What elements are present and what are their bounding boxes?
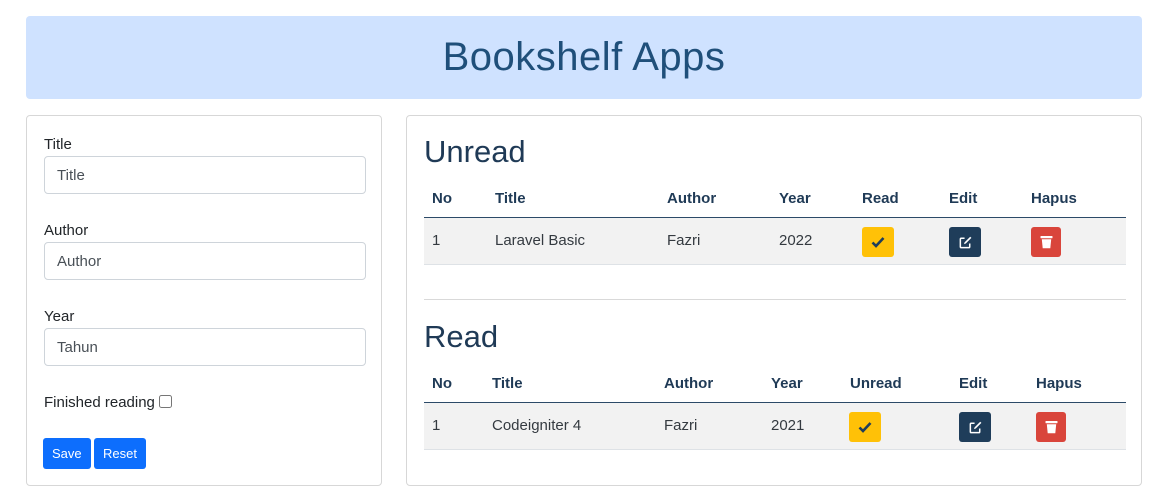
- trash-icon: [1045, 421, 1057, 434]
- bookshelf-lists: Unread No Title Author Year Read Edit Ha…: [406, 115, 1142, 486]
- save-button[interactable]: Save: [43, 438, 91, 469]
- unread-heading: Unread: [424, 134, 526, 169]
- column-header: Year: [779, 190, 811, 207]
- author-label: Author: [44, 222, 89, 239]
- edit-icon: [969, 421, 981, 433]
- check-icon: [858, 422, 872, 433]
- book-title: Laravel Basic: [495, 232, 586, 249]
- mark-unread-button[interactable]: [849, 412, 881, 442]
- unread-table-header: No Title Author Year Read Edit Hapus: [424, 180, 1126, 218]
- row-number: 1: [432, 417, 441, 434]
- section-divider: [424, 299, 1126, 300]
- read-table: No Title Author Year Unread Edit Hapus 1…: [424, 365, 1126, 450]
- app-title: Bookshelf Apps: [442, 35, 726, 79]
- delete-button[interactable]: [1031, 227, 1061, 257]
- book-author: Fazri: [667, 232, 701, 249]
- year-input[interactable]: [44, 328, 366, 366]
- column-header: No: [432, 375, 452, 392]
- year-label: Year: [44, 308, 75, 325]
- book-title: Codeigniter 4: [492, 417, 582, 434]
- row-number: 1: [432, 232, 441, 249]
- finished-reading-checkbox[interactable]: [158, 394, 172, 408]
- column-header: Author: [667, 190, 717, 207]
- mark-read-button[interactable]: [862, 227, 894, 257]
- delete-button[interactable]: [1036, 412, 1066, 442]
- column-header: Hapus: [1036, 375, 1082, 392]
- author-input[interactable]: [44, 242, 366, 280]
- column-header: Hapus: [1031, 190, 1077, 207]
- edit-icon: [959, 236, 971, 248]
- unread-table: No Title Author Year Read Edit Hapus 1 L…: [424, 180, 1126, 265]
- read-heading: Read: [424, 319, 499, 354]
- finished-reading-row: Finished reading: [44, 394, 172, 411]
- finished-reading-label: Finished reading: [44, 394, 155, 411]
- column-header: Edit: [949, 190, 978, 207]
- title-input[interactable]: [44, 156, 366, 194]
- book-form: Title Author Year Finished reading Save …: [26, 115, 382, 486]
- book-year: 2021: [771, 417, 805, 434]
- table-row: 1 Laravel Basic Fazri 2022: [424, 218, 1126, 265]
- column-header: No: [432, 190, 452, 207]
- column-header: Read: [862, 190, 899, 207]
- column-header: Author: [664, 375, 714, 392]
- title-label: Title: [44, 136, 72, 153]
- book-author: Fazri: [664, 417, 698, 434]
- column-header: Edit: [959, 375, 988, 392]
- edit-button[interactable]: [959, 412, 991, 442]
- table-row: 1 Codeigniter 4 Fazri 2021: [424, 403, 1126, 450]
- app-header: Bookshelf Apps: [26, 16, 1142, 99]
- check-icon: [871, 237, 885, 248]
- column-header: Title: [495, 190, 526, 207]
- column-header: Title: [492, 375, 523, 392]
- trash-icon: [1040, 236, 1052, 249]
- reset-button[interactable]: Reset: [94, 438, 146, 469]
- column-header: Unread: [850, 375, 902, 392]
- column-header: Year: [771, 375, 803, 392]
- edit-button[interactable]: [949, 227, 981, 257]
- read-table-header: No Title Author Year Unread Edit Hapus: [424, 365, 1126, 403]
- book-year: 2022: [779, 232, 813, 249]
